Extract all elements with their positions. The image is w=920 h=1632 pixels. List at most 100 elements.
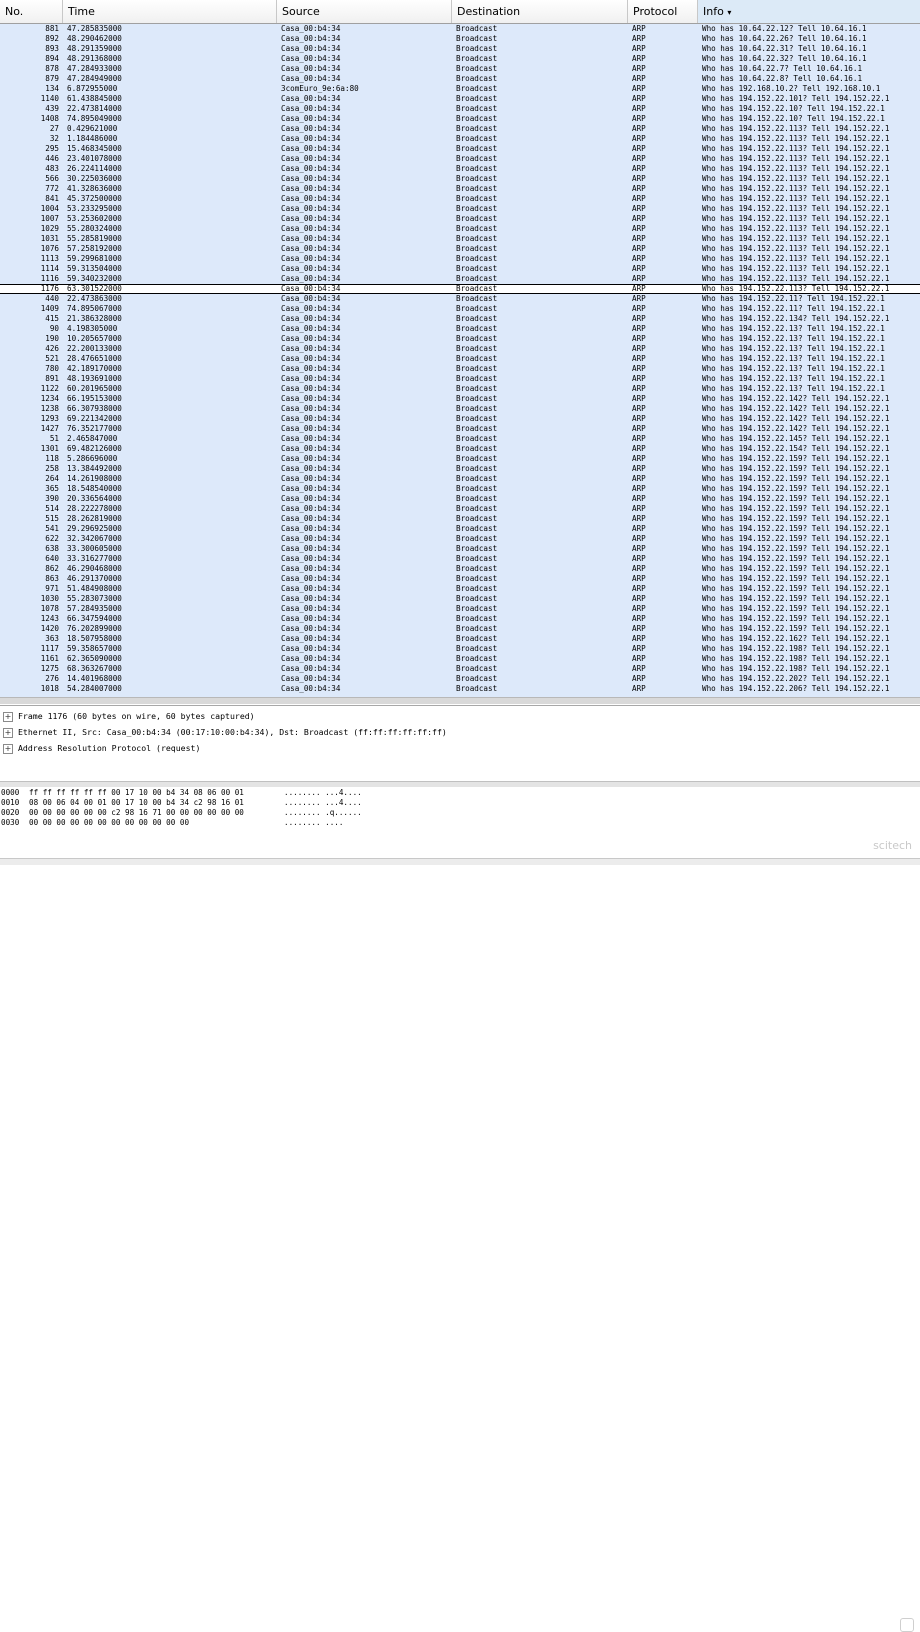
hex-bytes[interactable]: 00 00 00 00 00 00 c2 98 16 71 00 00 00 0… <box>29 808 244 818</box>
table-row[interactable]: 1007 53.253602000 Casa_00:b4:34 Broadcast AR… <box>0 214 920 224</box>
table-row[interactable]: 1243 66.347594000 Casa_00:b4:34 Broadcast AR… <box>0 614 920 624</box>
cell-info: Who has 194.152.22.159? Tell 194.152.22.… <box>702 474 890 483</box>
table-row[interactable]: 640 33.316277000 Casa_00:b4:34 Broadcast ARP… <box>0 554 920 564</box>
table-row[interactable]: 1122 60.201965000 Casa_00:b4:34 Broadcast AR… <box>0 384 920 394</box>
table-row[interactable]: 514 28.222278000 Casa_00:b4:34 Broadcast ARP… <box>0 504 920 514</box>
table-row[interactable]: 841 45.372500000 Casa_00:b4:34 Broadcast ARP… <box>0 194 920 204</box>
table-row[interactable]: 32 1.184486000 Casa_00:b4:34 Broadcast ARP Wh… <box>0 134 920 144</box>
table-row[interactable]: 1408 74.895049000 Casa_00:b4:34 Broadcast AR… <box>0 114 920 124</box>
expand-plus-icon[interactable]: + <box>3 744 13 754</box>
hex-ascii[interactable]: ........ ...4.... <box>284 798 362 808</box>
column-header-no[interactable]: No. <box>0 0 63 23</box>
table-row[interactable]: 1420 76.202899000 Casa_00:b4:34 Broadcast AR… <box>0 624 920 634</box>
table-row[interactable]: 1030 55.283073000 Casa_00:b4:34 Broadcast AR… <box>0 594 920 604</box>
table-row[interactable]: 1234 66.195153000 Casa_00:b4:34 Broadcast AR… <box>0 394 920 404</box>
table-row-selected[interactable]: 1176 63.301522000 Casa_00:b4:34 Broadcast AR… <box>0 284 920 294</box>
packet-list[interactable]: 881 47.285835000 Casa_00:b4:34 Broadcast ARP… <box>0 24 920 697</box>
table-row[interactable]: 440 22.473863000 Casa_00:b4:34 Broadcast ARP… <box>0 294 920 304</box>
table-row[interactable]: 1004 53.233295000 Casa_00:b4:34 Broadcast AR… <box>0 204 920 214</box>
table-row[interactable]: 893 48.291359000 Casa_00:b4:34 Broadcast ARP… <box>0 44 920 54</box>
table-row[interactable]: 1293 69.221342000 Casa_00:b4:34 Broadcast AR… <box>0 414 920 424</box>
hex-bytes[interactable]: 00 00 00 00 00 00 00 00 00 00 00 00 <box>29 818 189 828</box>
cell-time: 66.307938000 <box>67 404 122 413</box>
cell-source: Casa_00:b4:34 <box>281 234 341 243</box>
column-header-protocol[interactable]: Protocol <box>628 0 698 23</box>
table-row[interactable]: 1029 55.280324000 Casa_00:b4:34 Broadcast AR… <box>0 224 920 234</box>
hex-bytes[interactable]: 08 00 06 04 00 01 00 17 10 00 b4 34 c2 9… <box>29 798 244 808</box>
table-row[interactable]: 1078 57.284935000 Casa_00:b4:34 Broadcast AR… <box>0 604 920 614</box>
table-row[interactable]: 879 47.284949000 Casa_00:b4:34 Broadcast ARP… <box>0 74 920 84</box>
table-row[interactable]: 541 29.296925000 Casa_00:b4:34 Broadcast ARP… <box>0 524 920 534</box>
table-row[interactable]: 27 0.429621000 Casa_00:b4:34 Broadcast ARP Wh… <box>0 124 920 134</box>
table-row[interactable]: 51 2.465847000 Casa_00:b4:34 Broadcast ARP Wh… <box>0 434 920 444</box>
table-row[interactable]: 772 41.328636000 Casa_00:b4:34 Broadcast ARP… <box>0 184 920 194</box>
table-row[interactable]: 894 48.291368000 Casa_00:b4:34 Broadcast ARP… <box>0 54 920 64</box>
table-row[interactable]: 1116 59.340232000 Casa_00:b4:34 Broadcast AR… <box>0 274 920 284</box>
hex-ascii[interactable]: ........ .q...... <box>284 808 362 818</box>
table-row[interactable]: 862 46.290468000 Casa_00:b4:34 Broadcast ARP… <box>0 564 920 574</box>
table-row[interactable]: 276 14.401968000 Casa_00:b4:34 Broadcast ARP… <box>0 674 920 684</box>
table-row[interactable]: 90 4.198305000 Casa_00:b4:34 Broadcast ARP Wh… <box>0 324 920 334</box>
table-row[interactable]: 622 32.342067000 Casa_00:b4:34 Broadcast ARP… <box>0 534 920 544</box>
table-row[interactable]: 521 28.476651000 Casa_00:b4:34 Broadcast ARP… <box>0 354 920 364</box>
table-row[interactable]: 1161 62.365090000 Casa_00:b4:34 Broadcast AR… <box>0 654 920 664</box>
table-row[interactable]: 638 33.300605000 Casa_00:b4:34 Broadcast ARP… <box>0 544 920 554</box>
cell-info: Who has 10.64.22.32? Tell 10.64.16.1 <box>702 54 867 63</box>
horizontal-scrollbar[interactable] <box>0 697 920 704</box>
hex-ascii[interactable]: ........ ...4.... <box>284 788 362 798</box>
cell-time: 2.465847000 <box>67 434 118 443</box>
table-row[interactable]: 1113 59.299681000 Casa_00:b4:34 Broadcast AR… <box>0 254 920 264</box>
table-row[interactable]: 483 26.224114000 Casa_00:b4:34 Broadcast ARP… <box>0 164 920 174</box>
table-row[interactable]: 439 22.473814000 Casa_00:b4:34 Broadcast ARP… <box>0 104 920 114</box>
cell-info: Who has 194.152.22.159? Tell 194.152.22.… <box>702 514 890 523</box>
table-row[interactable]: 1238 66.307938000 Casa_00:b4:34 Broadcast AR… <box>0 404 920 414</box>
detail-row-frame[interactable]: + Frame 1176 (60 bytes on wire, 60 bytes… <box>0 709 920 723</box>
table-row[interactable]: 971 51.484908000 Casa_00:b4:34 Broadcast ARP… <box>0 584 920 594</box>
cell-time: 76.202899000 <box>67 624 122 633</box>
table-row[interactable]: 1275 68.363267000 Casa_00:b4:34 Broadcast AR… <box>0 664 920 674</box>
cell-source: Casa_00:b4:34 <box>281 304 341 313</box>
cell-destination: Broadcast <box>456 454 498 463</box>
table-row[interactable]: 878 47.284933000 Casa_00:b4:34 Broadcast ARP… <box>0 64 920 74</box>
hex-ascii[interactable]: ........ .... <box>284 818 343 828</box>
table-row[interactable]: 780 42.189170000 Casa_00:b4:34 Broadcast ARP… <box>0 364 920 374</box>
table-row[interactable]: 365 18.548540000 Casa_00:b4:34 Broadcast ARP… <box>0 484 920 494</box>
column-header-time[interactable]: Time <box>63 0 277 23</box>
table-row[interactable]: 415 21.386328000 Casa_00:b4:34 Broadcast ARP… <box>0 314 920 324</box>
table-row[interactable]: 1076 57.258192000 Casa_00:b4:34 Broadcast AR… <box>0 244 920 254</box>
table-row[interactable]: 892 48.290462000 Casa_00:b4:34 Broadcast ARP… <box>0 34 920 44</box>
column-header-info[interactable]: Info ▾ <box>698 0 920 23</box>
table-row[interactable]: 1031 55.285819000 Casa_00:b4:34 Broadcast AR… <box>0 234 920 244</box>
table-row[interactable]: 566 30.225036000 Casa_00:b4:34 Broadcast ARP… <box>0 174 920 184</box>
table-row[interactable]: 264 14.261908000 Casa_00:b4:34 Broadcast ARP… <box>0 474 920 484</box>
table-row[interactable]: 515 28.262819000 Casa_00:b4:34 Broadcast ARP… <box>0 514 920 524</box>
table-row[interactable]: 258 13.384492000 Casa_00:b4:34 Broadcast ARP… <box>0 464 920 474</box>
table-row[interactable]: 863 46.291370000 Casa_00:b4:34 Broadcast ARP… <box>0 574 920 584</box>
table-row[interactable]: 1409 74.895067000 Casa_00:b4:34 Broadcast AR… <box>0 304 920 314</box>
column-header-source[interactable]: Source <box>277 0 452 23</box>
table-row[interactable]: 891 48.193691000 Casa_00:b4:34 Broadcast ARP… <box>0 374 920 384</box>
detail-row-ethernet[interactable]: + Ethernet II, Src: Casa_00:b4:34 (00:17… <box>0 725 920 739</box>
table-row[interactable]: 1114 59.313504000 Casa_00:b4:34 Broadcast AR… <box>0 264 920 274</box>
column-header-destination[interactable]: Destination <box>452 0 628 23</box>
cell-info: Who has 194.152.22.10? Tell 194.152.22.1 <box>702 114 885 123</box>
table-row[interactable]: 881 47.285835000 Casa_00:b4:34 Broadcast ARP… <box>0 24 920 34</box>
table-row[interactable]: 190 10.205657000 Casa_00:b4:34 Broadcast ARP… <box>0 334 920 344</box>
table-row[interactable]: 118 5.286696000 Casa_00:b4:34 Broadcast ARP W… <box>0 454 920 464</box>
table-row[interactable]: 390 20.336564000 Casa_00:b4:34 Broadcast ARP… <box>0 494 920 504</box>
cell-time: 21.386328000 <box>67 314 122 323</box>
table-row[interactable]: 1117 59.358657000 Casa_00:b4:34 Broadcast AR… <box>0 644 920 654</box>
table-row[interactable]: 1018 54.284007000 Casa_00:b4:34 Broadcast AR… <box>0 684 920 694</box>
table-row[interactable]: 134 6.872955000 3comEuro_9e:6a:80 Broadcast… <box>0 84 920 94</box>
table-row[interactable]: 446 23.401078000 Casa_00:b4:34 Broadcast ARP… <box>0 154 920 164</box>
hex-bytes[interactable]: ff ff ff ff ff ff 00 17 10 00 b4 34 08 0… <box>29 788 244 798</box>
expand-plus-icon[interactable]: + <box>3 712 13 722</box>
table-row[interactable]: 363 18.507958000 Casa_00:b4:34 Broadcast ARP… <box>0 634 920 644</box>
expand-plus-icon[interactable]: + <box>3 728 13 738</box>
table-row[interactable]: 1301 69.482126000 Casa_00:b4:34 Broadcast AR… <box>0 444 920 454</box>
table-row[interactable]: 295 15.468345000 Casa_00:b4:34 Broadcast ARP… <box>0 144 920 154</box>
detail-row-arp[interactable]: + Address Resolution Protocol (request) <box>0 741 920 755</box>
table-row[interactable]: 426 22.200133000 Casa_00:b4:34 Broadcast ARP… <box>0 344 920 354</box>
table-row[interactable]: 1427 76.352177000 Casa_00:b4:34 Broadcast AR… <box>0 424 920 434</box>
table-row[interactable]: 1140 61.438845000 Casa_00:b4:34 Broadcast AR… <box>0 94 920 104</box>
